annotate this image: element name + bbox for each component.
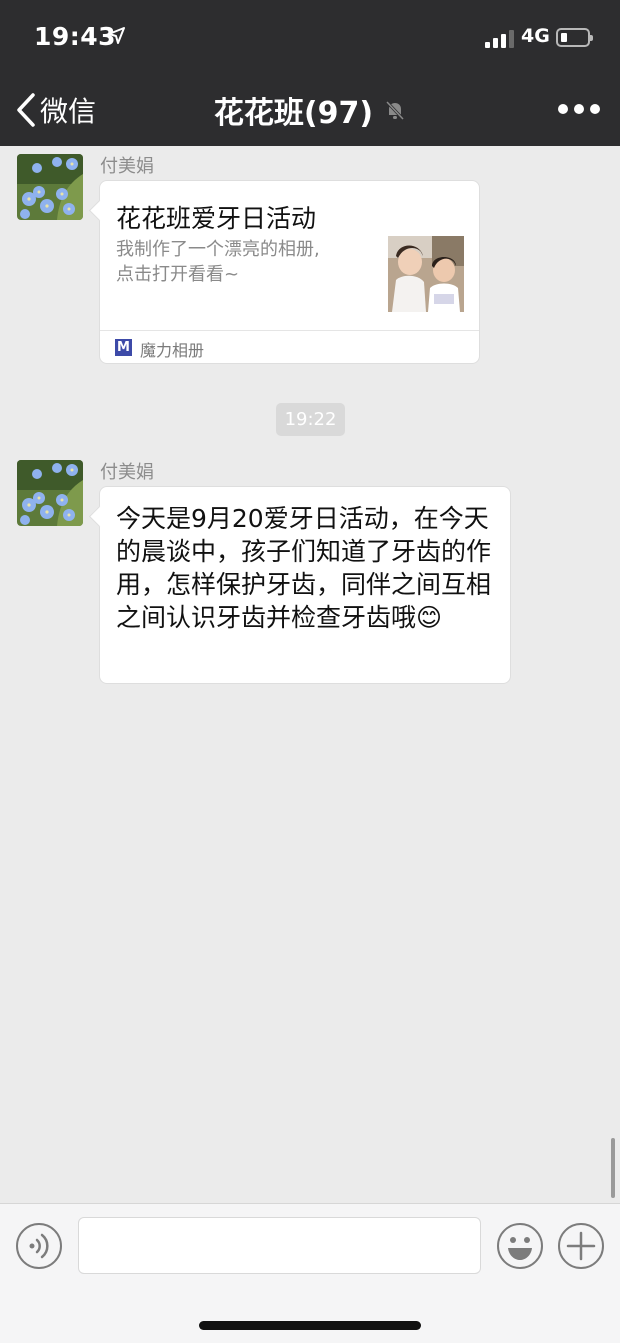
location-arrow-icon [108, 27, 125, 44]
more-button[interactable] [558, 100, 602, 118]
status-time: 19:43 [34, 22, 117, 51]
avatar[interactable] [17, 460, 83, 526]
card-title: 花花班爱牙日活动 [116, 204, 317, 233]
scrollbar[interactable] [611, 1138, 615, 1198]
card-description: 我制作了一个漂亮的相册, 点击打开看看~ [116, 239, 320, 285]
smiley-icon [508, 1237, 532, 1260]
avatar[interactable] [17, 154, 83, 220]
top-bar: 19:43 4G 微信 花花班(97) [0, 0, 620, 146]
card-thumbnail [388, 236, 464, 312]
voice-button[interactable] [16, 1223, 62, 1269]
message-input[interactable] [78, 1217, 481, 1274]
battery-icon [556, 28, 593, 47]
bell-slash-icon [386, 100, 405, 121]
avatar-image [17, 460, 83, 526]
app-name: 魔力相册 [140, 341, 205, 360]
network-type: 4G [521, 25, 550, 47]
card-source: M 魔力相册 [100, 330, 479, 364]
timestamp: 19:22 [276, 403, 345, 436]
chat-title-area: 花花班(97) [0, 88, 620, 132]
sender-name: 付美娟 [100, 462, 154, 483]
app-logo: M [115, 339, 132, 356]
link-card-bubble[interactable]: 花花班爱牙日活动 我制作了一个漂亮的相册, 点击打开看看~ M 魔力相册 [88, 180, 480, 364]
input-bar [0, 1203, 620, 1343]
text-message-bubble[interactable]: 今天是9月20爱牙日活动，在今天的晨谈中，孩子们知道了牙齿的作用，怎样保护牙齿，… [88, 486, 511, 684]
emoji-button[interactable] [497, 1223, 543, 1269]
message-text: 今天是9月20爱牙日活动，在今天的晨谈中，孩子们知道了牙齿的作用，怎样保护牙齿，… [116, 504, 492, 632]
plus-icon [566, 1231, 596, 1261]
sender-name: 付美娟 [100, 156, 154, 177]
home-indicator[interactable] [199, 1321, 421, 1330]
signal-icon [485, 30, 514, 48]
ellipsis-icon [558, 104, 568, 114]
add-button[interactable] [558, 1223, 604, 1269]
voice-icon [29, 1233, 49, 1259]
chat-title: 花花班(97) [213, 96, 374, 131]
avatar-image [17, 154, 83, 220]
